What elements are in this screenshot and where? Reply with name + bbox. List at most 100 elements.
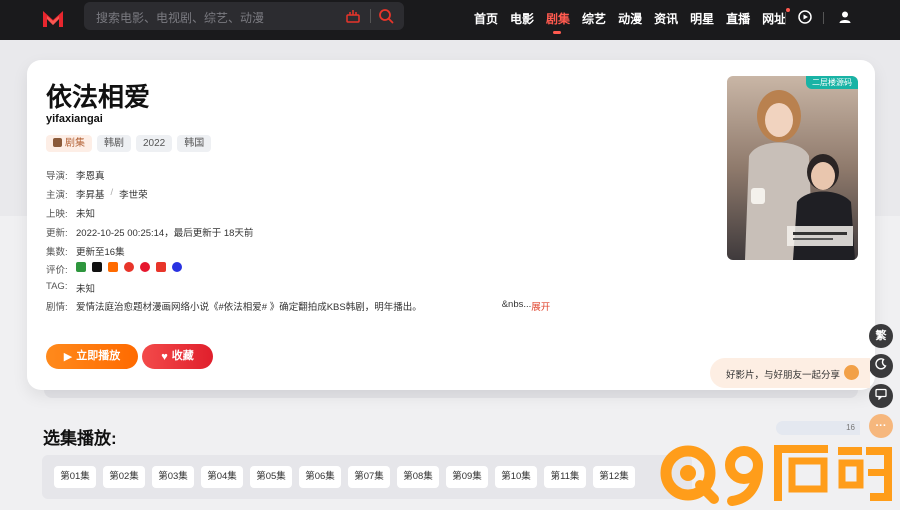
kuaishou-icon[interactable]	[108, 262, 118, 272]
update-label: 更新:	[46, 228, 68, 239]
poster-artwork	[727, 76, 858, 260]
nav-series[interactable]: 剧集	[546, 10, 570, 34]
episode-button[interactable]: 第04集	[201, 466, 243, 488]
heart-icon: ♥	[161, 351, 168, 363]
nav-home[interactable]: 首页	[474, 10, 498, 27]
play-icon: ▶	[63, 351, 73, 363]
poster-image[interactable]: 二层楼源码	[727, 76, 858, 260]
nav-variety[interactable]: 综艺	[582, 10, 606, 27]
baidu-icon[interactable]	[172, 262, 182, 272]
tag-row: TAG: 未知	[46, 281, 95, 295]
detail-card: 依法相爱 yifaxiangai 剧集 韩剧 2022 韩国 导演: 李恩真 主…	[27, 60, 875, 390]
tag-label: TAG:	[46, 281, 68, 292]
episode-button[interactable]: 第03集	[152, 466, 194, 488]
nav-urls[interactable]: 网址	[762, 8, 791, 27]
nav-live[interactable]: 直播	[726, 10, 750, 27]
category-tag[interactable]: 剧集	[46, 135, 92, 152]
plot-truncated: &nbs...	[501, 299, 532, 310]
play-circle-icon[interactable]	[798, 10, 812, 24]
director-label: 导演:	[46, 171, 68, 182]
more-dots-icon: ···	[875, 420, 887, 432]
user-icon[interactable]	[838, 10, 852, 24]
weibo-icon[interactable]	[140, 262, 150, 272]
header-divider	[785, 12, 786, 24]
region-tag[interactable]: 韩国	[177, 135, 212, 152]
episodes-row: 集数: 更新至16集	[46, 244, 125, 258]
cast-link[interactable]: 李昇基	[76, 187, 105, 201]
header-divider	[823, 12, 824, 24]
director-row: 导演: 李恩真	[46, 168, 105, 182]
tag-list: 剧集 韩剧 2022 韩国	[46, 135, 216, 152]
toutiao-icon[interactable]	[156, 262, 166, 272]
director-link[interactable]: 李恩真	[76, 168, 105, 182]
hot-list-icon[interactable]	[346, 9, 360, 23]
episodes-value: 更新至16集	[76, 247, 125, 258]
moon-icon	[875, 358, 887, 370]
plot-row: 剧情: 爱情法庭治愈题材漫画网络小说《#依法相爱# 》确定翻拍成KBS韩剧，明年…	[46, 299, 550, 313]
episode-button[interactable]: 第05集	[250, 466, 292, 488]
watermark-logo	[660, 445, 892, 506]
smile-emoji-icon	[844, 365, 859, 380]
genre-tag[interactable]: 韩剧	[97, 135, 131, 152]
episodes-label: 集数:	[46, 247, 68, 258]
favorite-label: 收藏	[171, 350, 194, 362]
comment-count: 16	[776, 421, 860, 435]
episode-button[interactable]: 第02集	[103, 466, 145, 488]
episode-button[interactable]: 第06集	[299, 466, 341, 488]
search-icon[interactable]	[378, 8, 394, 24]
share-text: 好影片，与好朋友一起分享	[726, 370, 841, 381]
search-divider	[370, 9, 371, 23]
nav-stars[interactable]: 明星	[690, 10, 714, 27]
search-input[interactable]: 搜索电影、电视剧、综艺、动漫	[96, 9, 264, 26]
episode-list: 第01集 第02集 第03集 第04集 第05集 第06集 第07集 第08集 …	[54, 466, 642, 488]
main-nav: 首页 电影 剧集 综艺 动漫 资讯 明星 直播 网址	[474, 8, 798, 34]
cast-label: 主演:	[46, 190, 68, 201]
release-row: 上映: 未知	[46, 206, 95, 220]
top-navigation-bar: 搜索电影、电视剧、综艺、动漫 首页 电影 剧集 综艺 动漫 资讯 明星 直播 网…	[0, 0, 900, 40]
page-title: 依法相爱	[46, 82, 151, 112]
release-value: 未知	[76, 209, 96, 220]
new-dot	[786, 8, 791, 12]
search-box[interactable]: 搜索电影、电视剧、综艺、动漫	[84, 2, 404, 30]
episode-button[interactable]: 第09集	[446, 466, 488, 488]
episode-button[interactable]: 第07集	[348, 466, 390, 488]
rating-row: 评价:	[46, 262, 188, 276]
site-logo-icon[interactable]	[42, 8, 64, 30]
episode-button[interactable]: 第11集	[544, 466, 586, 488]
card-shadow	[44, 390, 858, 398]
traditional-chinese-button[interactable]: 繁	[869, 324, 893, 348]
expand-link[interactable]: 展开	[531, 299, 550, 313]
douyin-icon[interactable]	[92, 262, 102, 272]
tag-value: 未知	[76, 284, 96, 295]
cast-separator: /	[110, 187, 114, 198]
play-now-button[interactable]: ▶ 立即播放	[46, 344, 138, 369]
nav-urls-label: 网址	[762, 12, 787, 26]
episode-button[interactable]: 第12集	[593, 466, 635, 488]
play-now-label: 立即播放	[76, 350, 121, 362]
feedback-button[interactable]	[869, 384, 893, 408]
nav-anime[interactable]: 动漫	[618, 10, 642, 27]
episode-button[interactable]: 第10集	[495, 466, 537, 488]
episode-list-panel: 第01集 第02集 第03集 第04集 第05集 第06集 第07集 第08集 …	[42, 455, 692, 499]
episode-button[interactable]: 第08集	[397, 466, 439, 488]
theme-toggle-button[interactable]	[869, 354, 893, 378]
douban-icon[interactable]	[76, 262, 86, 272]
nav-movies[interactable]: 电影	[510, 10, 534, 27]
plot-label: 剧情:	[46, 302, 68, 313]
update-value: 2022-10-25 00:25:14，最后更新于 18天前	[76, 228, 254, 239]
cast-link[interactable]: 李世荣	[119, 187, 148, 201]
nav-news[interactable]: 资讯	[654, 10, 678, 27]
source-badge: 二层楼源码	[806, 76, 858, 89]
favorite-button[interactable]: ♥ 收藏	[142, 344, 213, 369]
year-tag[interactable]: 2022	[136, 135, 173, 152]
share-banner[interactable]: 好影片，与好朋友一起分享	[710, 358, 870, 388]
message-icon	[875, 388, 887, 401]
xigua-icon[interactable]	[124, 262, 134, 272]
update-row: 更新: 2022-10-25 00:25:14，最后更新于 18天前	[46, 225, 253, 239]
cast-row: 主演: 李昇基 / 李世荣	[46, 187, 148, 201]
title-pinyin: yifaxiangai	[46, 113, 103, 125]
release-label: 上映:	[46, 209, 68, 220]
episode-button[interactable]: 第01集	[54, 466, 96, 488]
more-button[interactable]: ···	[869, 414, 893, 438]
episodes-section-title: 选集播放:	[43, 429, 117, 448]
